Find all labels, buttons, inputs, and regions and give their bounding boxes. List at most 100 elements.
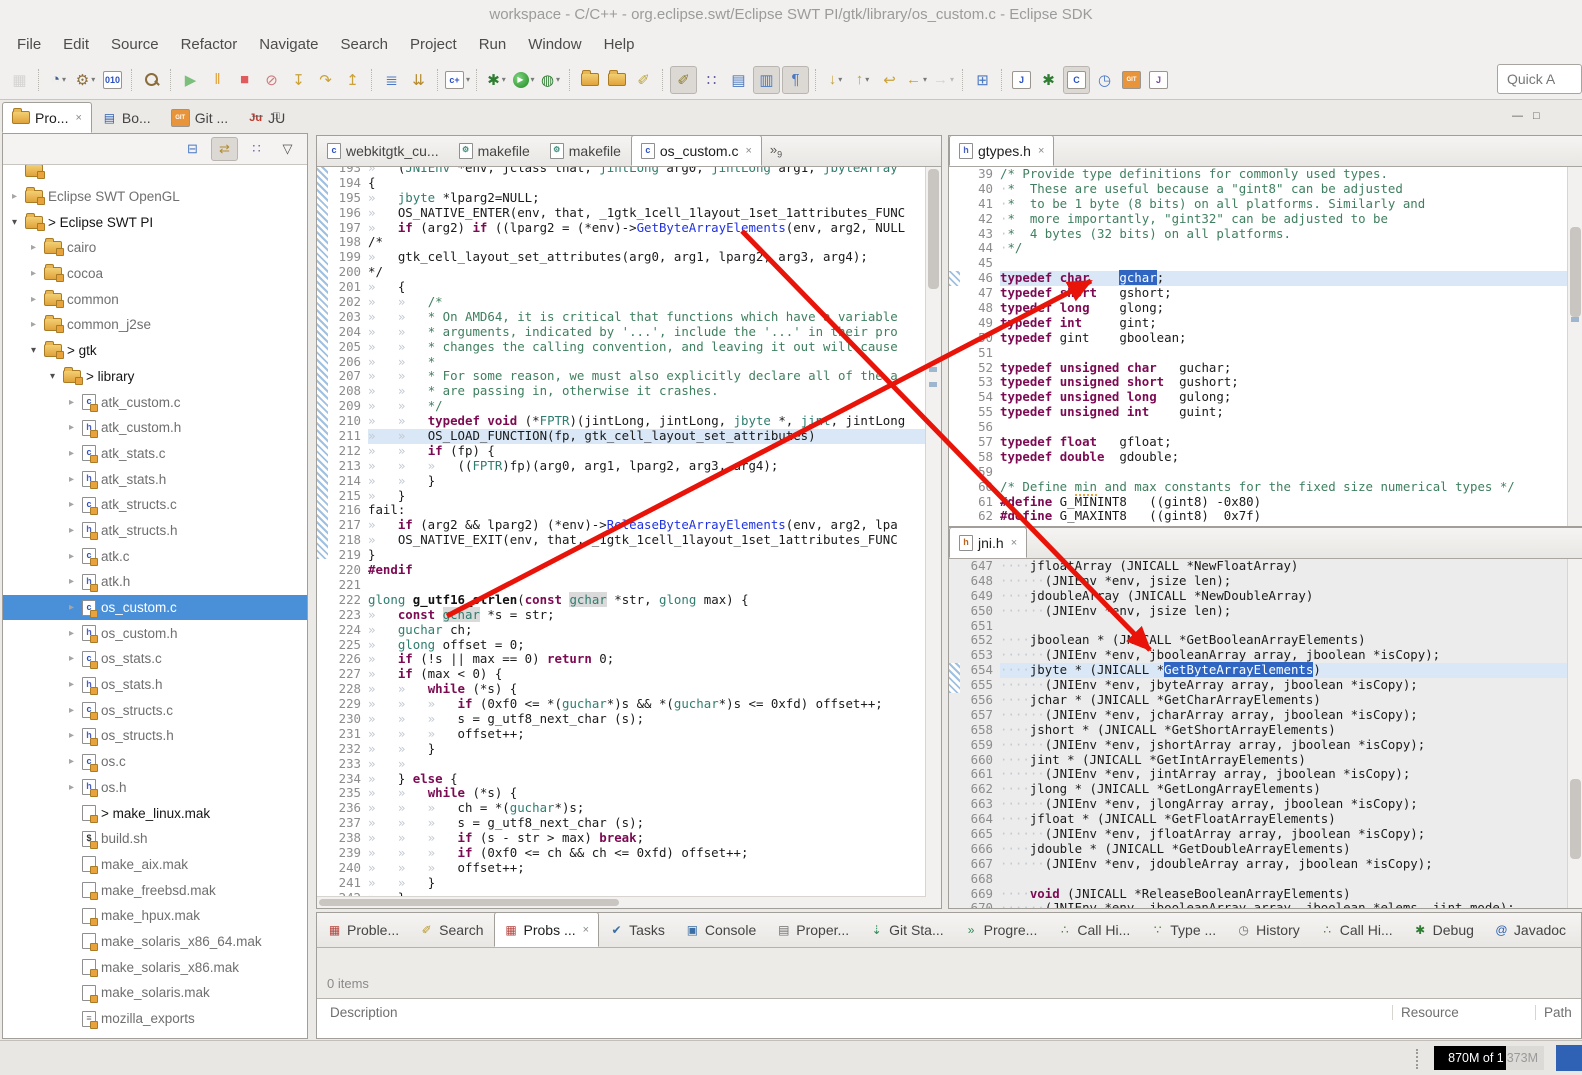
code-line-662[interactable]: 662····jlong * (JNICALL *GetLongArrayEle… bbox=[949, 782, 1568, 797]
code-line-49[interactable]: 49typedef int gint; bbox=[949, 316, 1568, 331]
code-line-57[interactable]: 57typedef float gfloat; bbox=[949, 435, 1568, 450]
expand-arrow-icon[interactable]: ▸ bbox=[66, 602, 77, 613]
view-tab-console[interactable]: ▣Console bbox=[675, 912, 766, 947]
code-line-225[interactable]: 225» glong offset = 0; bbox=[317, 638, 926, 653]
code-line-46[interactable]: 46typedef char gchar; bbox=[949, 271, 1568, 286]
code-line-201[interactable]: 201» { bbox=[317, 280, 926, 295]
editor-os-custom-c[interactable]: 193» (JNIEnv *env, jclass that, jintLong… bbox=[317, 167, 941, 908]
collapse-arrow-icon[interactable]: ▾ bbox=[28, 345, 39, 356]
horizontal-scrollbar[interactable] bbox=[317, 896, 926, 908]
editor-tab-jni-h[interactable]: hjni.h× bbox=[949, 527, 1027, 558]
menu-search[interactable]: Search bbox=[329, 30, 399, 60]
step-return-icon[interactable]: ↥ bbox=[340, 67, 365, 93]
menu-run[interactable]: Run bbox=[468, 30, 518, 60]
new-c-file-icon[interactable]: c+▾ bbox=[445, 67, 470, 93]
view-tab-debug[interactable]: ✱Debug bbox=[1403, 912, 1484, 947]
code-line-669[interactable]: 669····void (JNICALL *ReleaseBooleanArra… bbox=[949, 887, 1568, 902]
tree-item-atk-c[interactable]: ▸catk.c bbox=[3, 543, 307, 569]
code-line-236[interactable]: 236» » » ch = *(guchar*)s; bbox=[317, 801, 926, 816]
expand-arrow-icon[interactable]: ▸ bbox=[66, 525, 77, 536]
code-line-54[interactable]: 54typedef unsigned long gulong; bbox=[949, 390, 1568, 405]
code-line-50[interactable]: 50typedef gint gboolean; bbox=[949, 331, 1568, 346]
tree-item-common[interactable]: ▸common bbox=[3, 286, 307, 312]
tree-item-os-structs-c[interactable]: ▸cos_structs.c bbox=[3, 697, 307, 723]
code-line-216[interactable]: 216fail: bbox=[317, 503, 926, 518]
maximize-icon[interactable]: □ bbox=[273, 110, 280, 122]
build-icon[interactable]: ⚙▾ bbox=[73, 67, 98, 93]
code-line-209[interactable]: 209» » */ bbox=[317, 399, 926, 414]
tree-item-eclipse-swt-opengl[interactable]: ▸Eclipse SWT OpenGL bbox=[3, 184, 307, 210]
code-line-212[interactable]: 212» » if (fp) { bbox=[317, 444, 926, 459]
toggle-source-header-icon[interactable]: ▥ bbox=[753, 66, 780, 94]
expand-arrow-icon[interactable]: ▸ bbox=[66, 474, 77, 485]
code-line-218[interactable]: 218» OS_NATIVE_EXIT(env, that, _1gtk_1ce… bbox=[317, 533, 926, 548]
view-tab-progre[interactable]: »Progre... bbox=[954, 912, 1048, 947]
open-declaration-icon[interactable]: ▤ bbox=[726, 67, 751, 93]
code-line-221[interactable]: 221 bbox=[317, 578, 926, 593]
tree-item-atk-structs-h[interactable]: ▸hatk_structs.h bbox=[3, 518, 307, 544]
run-history-icon[interactable]: ◍▾ bbox=[538, 67, 563, 93]
search-flashlight-icon[interactable] bbox=[139, 67, 164, 93]
code-line-239[interactable]: 239» » » if (0xf0 <= ch && ch <= 0xfd) o… bbox=[317, 846, 926, 861]
cpp-perspective-icon[interactable]: C bbox=[1063, 66, 1090, 94]
code-line-648[interactable]: 648······(JNIEnv *env, jsize len); bbox=[949, 574, 1568, 589]
tree-item-build-sh[interactable]: $build.sh bbox=[3, 826, 307, 852]
menu-file[interactable]: File bbox=[6, 30, 52, 60]
code-line-663[interactable]: 663······(JNIEnv *env, jlongArray array,… bbox=[949, 797, 1568, 812]
editor-gtypes-h[interactable]: 39/* Provide type definitions for common… bbox=[949, 167, 1582, 526]
terminate-icon[interactable]: ■ bbox=[232, 67, 257, 93]
code-line-224[interactable]: 224» guchar ch; bbox=[317, 623, 926, 638]
code-line-223[interactable]: 223» const gchar *s = str; bbox=[317, 608, 926, 623]
code-line-195[interactable]: 195» jbyte *lparg2=NULL; bbox=[317, 191, 926, 206]
code-line-661[interactable]: 661······(JNIEnv *env, jintArray array, … bbox=[949, 767, 1568, 782]
code-line-52[interactable]: 52typedef unsigned char guchar; bbox=[949, 361, 1568, 376]
maximize-icon[interactable]: □ bbox=[1533, 110, 1540, 122]
code-line-229[interactable]: 229» » » if (0xf0 <= *(guchar*)s && *(gu… bbox=[317, 697, 926, 712]
planning-perspective-icon[interactable]: ◷ bbox=[1092, 67, 1117, 93]
git-perspective-icon[interactable]: GIT bbox=[1119, 67, 1144, 93]
code-line-215[interactable]: 215» } bbox=[317, 489, 926, 504]
column-resource[interactable]: Resource bbox=[1392, 1005, 1535, 1020]
tree-item-gtk[interactable]: ▾> gtk bbox=[3, 338, 307, 364]
code-line-47[interactable]: 47typedef short gshort; bbox=[949, 286, 1568, 301]
vertical-scrollbar[interactable] bbox=[925, 167, 941, 908]
menu-navigate[interactable]: Navigate bbox=[248, 30, 329, 60]
link-with-editor-icon[interactable]: ⇄ bbox=[211, 137, 238, 161]
tree-item-atk-custom-h[interactable]: ▸hatk_custom.h bbox=[3, 415, 307, 441]
save-icon[interactable]: ▦ bbox=[7, 67, 32, 93]
code-line-39[interactable]: 39/* Provide type definitions for common… bbox=[949, 167, 1568, 182]
editor-tab-makefile[interactable]: ⚙makefile bbox=[540, 135, 631, 166]
scrollbar-thumb[interactable] bbox=[319, 899, 619, 906]
column-description[interactable]: Description bbox=[317, 1005, 1392, 1020]
minimize-icon[interactable]: — bbox=[1512, 110, 1523, 122]
expand-arrow-icon[interactable]: ▸ bbox=[66, 782, 77, 793]
close-icon[interactable]: × bbox=[1011, 537, 1017, 549]
debug-icon[interactable]: ✱▾ bbox=[484, 67, 509, 93]
resume-icon[interactable]: ▶ bbox=[178, 67, 203, 93]
focus-icon[interactable]: ∷ bbox=[244, 138, 269, 160]
code-line-670[interactable]: 670······(JNIEnv *env, jbooleanArray arr… bbox=[949, 901, 1568, 908]
code-line-206[interactable]: 206» » * bbox=[317, 355, 926, 370]
tree-item-make-hpux-mak[interactable]: make_hpux.mak bbox=[3, 903, 307, 929]
tree-item-item[interactable] bbox=[3, 165, 307, 184]
code-line-207[interactable]: 207» » * For some reason, we must also e… bbox=[317, 369, 926, 384]
tree-item-os-custom-h[interactable]: ▸hos_custom.h bbox=[3, 620, 307, 646]
tree-item-mozilla-exports[interactable]: ≡mozilla_exports bbox=[3, 1006, 307, 1032]
view-tab-bo[interactable]: ▤Bo... bbox=[92, 102, 161, 133]
menu-refactor[interactable]: Refactor bbox=[170, 30, 249, 60]
code-line-655[interactable]: 655······(JNIEnv *env, jbyteArray array,… bbox=[949, 678, 1568, 693]
expand-arrow-icon[interactable]: ▸ bbox=[66, 756, 77, 767]
view-tab-git-sta[interactable]: ⇣Git Sta... bbox=[859, 912, 953, 947]
expand-arrow-icon[interactable]: ▸ bbox=[66, 653, 77, 664]
code-line-647[interactable]: 647····jfloatArray (JNICALL *NewFloatArr… bbox=[949, 559, 1568, 574]
code-line-651[interactable]: 651 bbox=[949, 619, 1568, 634]
tree-item-atk-custom-c[interactable]: ▸catk_custom.c bbox=[3, 389, 307, 415]
suspend-icon[interactable]: ‖ bbox=[205, 67, 230, 93]
code-line-233[interactable]: 233» » bbox=[317, 757, 926, 772]
expand-arrow-icon[interactable]: ▸ bbox=[66, 730, 77, 741]
vertical-scrollbar[interactable] bbox=[1567, 167, 1582, 526]
code-line-61[interactable]: 61#define G_MININT8 ((gint8) -0x80) bbox=[949, 495, 1568, 510]
tree-item-make-solaris-mak[interactable]: make_solaris.mak bbox=[3, 980, 307, 1006]
minimize-icon[interactable]: — bbox=[252, 110, 263, 122]
code-line-53[interactable]: 53typedef unsigned short gushort; bbox=[949, 375, 1568, 390]
